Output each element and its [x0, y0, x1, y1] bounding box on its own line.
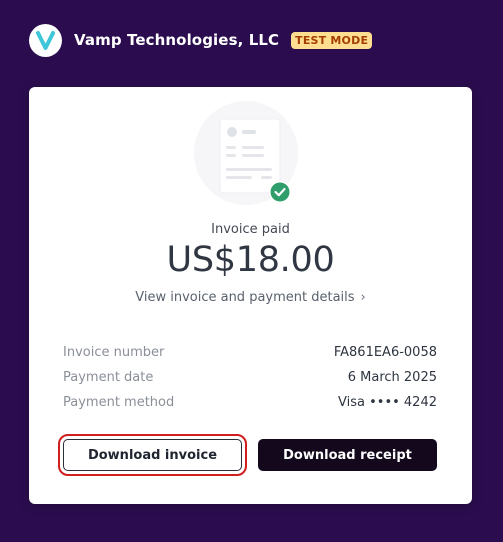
- payment-method-label: Payment method: [63, 395, 175, 410]
- info-row-invoice-number: Invoice number FA861EA6-0058: [63, 340, 437, 365]
- invoice-card: Invoice paid US$18.00 View invoice and p…: [29, 87, 472, 504]
- view-details-link-label: View invoice and payment details: [135, 290, 355, 305]
- download-receipt-button[interactable]: Download receipt: [258, 439, 437, 471]
- invoice-amount: US$18.00: [166, 240, 335, 280]
- invoice-document-check-icon: [184, 101, 324, 211]
- download-invoice-button[interactable]: Download invoice: [58, 434, 247, 476]
- info-row-payment-method: Payment method Visa •••• 4242: [63, 390, 437, 415]
- brand-name: Vamp Technologies, LLC: [74, 31, 280, 49]
- header: Vamp Technologies, LLC TEST MODE: [29, 22, 483, 58]
- invoice-number-label: Invoice number: [63, 345, 165, 360]
- payment-date-value: 6 March 2025: [347, 370, 437, 385]
- invoice-number-value: FA861EA6-0058: [333, 345, 437, 360]
- action-buttons: Download invoice Download receipt: [58, 434, 437, 476]
- vamp-logo-icon: [29, 23, 62, 57]
- view-details-link[interactable]: View invoice and payment details ›: [29, 290, 472, 305]
- chevron-right-icon: ›: [360, 290, 366, 305]
- payment-date-label: Payment date: [63, 370, 154, 385]
- test-mode-badge: TEST MODE: [291, 31, 373, 49]
- payment-method-value: Visa •••• 4242: [338, 395, 437, 410]
- invoice-status-label: Invoice paid: [211, 222, 290, 237]
- info-row-payment-date: Payment date 6 March 2025: [63, 365, 437, 390]
- invoice-info-list: Invoice number FA861EA6-0058 Payment dat…: [63, 340, 437, 415]
